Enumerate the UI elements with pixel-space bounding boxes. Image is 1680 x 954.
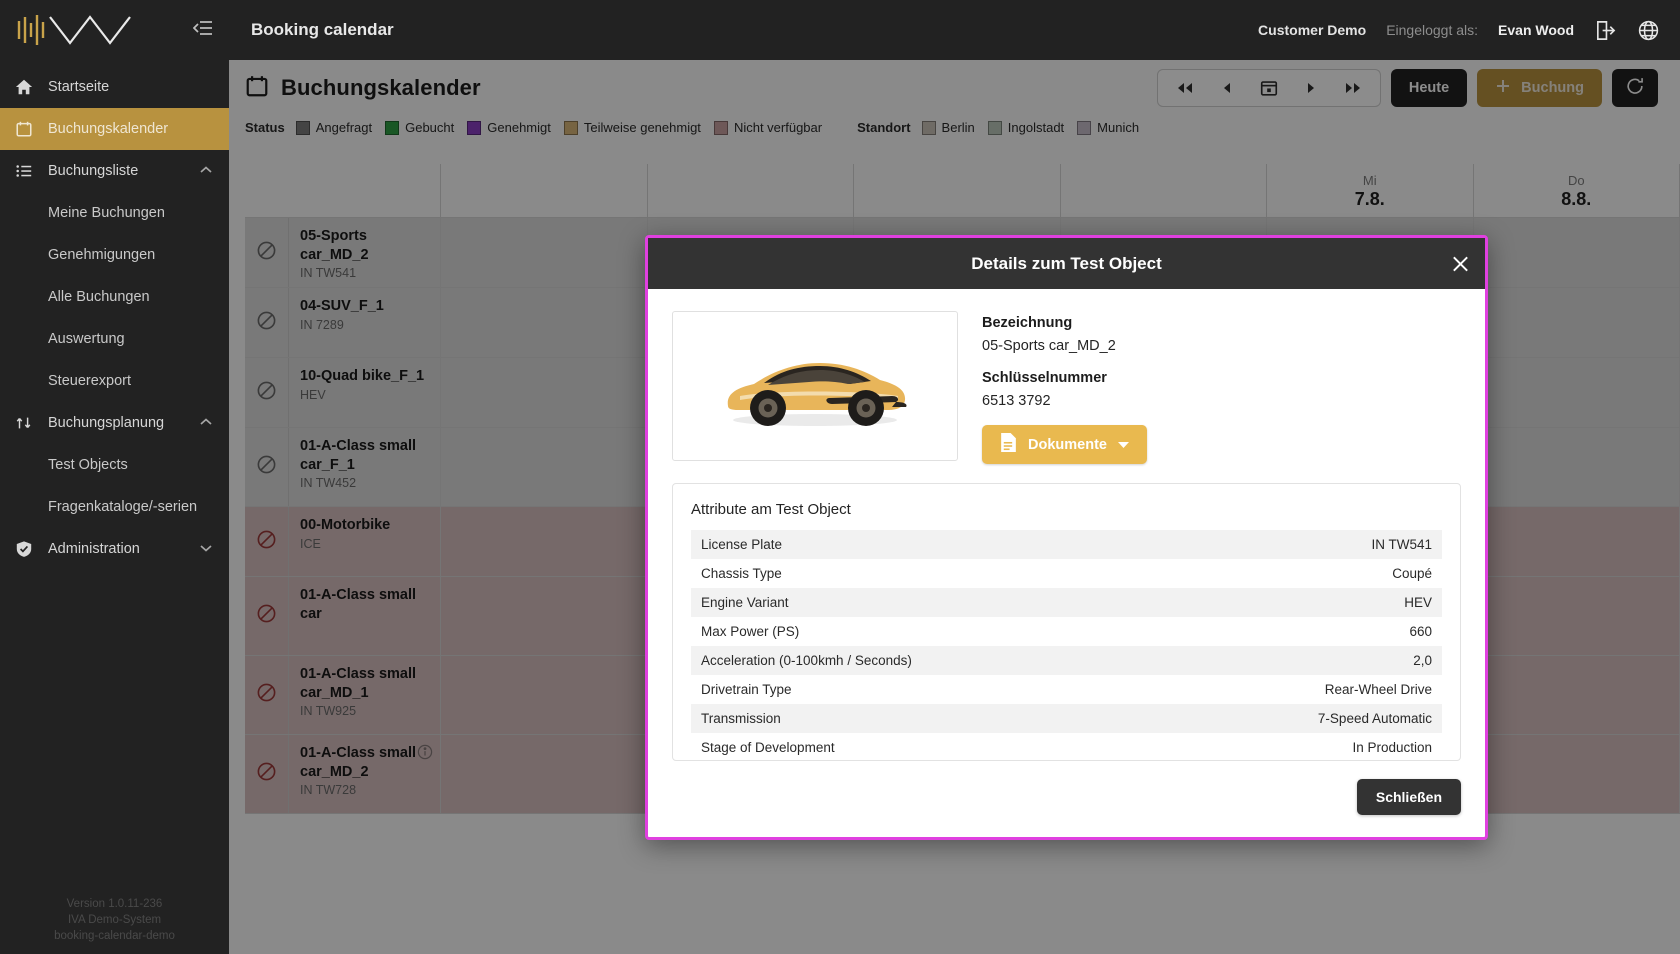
attribute-row: Acceleration (0-100kmh / Seconds) 2,0 — [691, 646, 1442, 675]
customer-name: Customer Demo — [1258, 22, 1367, 38]
sidebar-item-startseite[interactable]: Startseite — [0, 66, 229, 108]
close-icon[interactable] — [1450, 253, 1471, 274]
sidebar-item-label: Steuerexport — [48, 373, 132, 389]
sidebar-group-buchungsliste[interactable]: Buchungsliste — [0, 150, 229, 192]
attribute-row: Transmission 7-Speed Automatic — [691, 704, 1442, 733]
field-value-schluesselnummer: 6513 3792 — [982, 393, 1051, 409]
sidebar-item-label: Fragenkataloge/-serien — [48, 499, 198, 515]
sidebar-item-genehmigungen[interactable]: Genehmigungen — [0, 234, 229, 276]
sidebar-item-label: Buchungsliste — [48, 163, 139, 179]
attribute-value: 7-Speed Automatic — [1317, 711, 1432, 726]
attribute-key: Drivetrain Type — [701, 682, 792, 697]
calendar-icon — [14, 120, 34, 138]
chevron-up-icon — [199, 415, 213, 431]
attribute-key: Transmission — [701, 711, 781, 726]
attribute-row: License Plate IN TW541 — [691, 530, 1442, 559]
field-value-bezeichnung: 05-Sports car_MD_2 — [982, 338, 1116, 354]
sidebar-item-test-objects[interactable]: Test Objects — [0, 444, 229, 486]
modal-body: Bezeichnung 05-Sports car_MD_2 Schlüssel… — [648, 289, 1485, 779]
documents-label: Dokumente — [1028, 436, 1107, 453]
globe-icon[interactable] — [1637, 19, 1660, 42]
collapse-sidebar-icon[interactable] — [192, 19, 213, 42]
iva-logo[interactable] — [14, 13, 136, 47]
chevron-up-icon — [199, 163, 213, 179]
attribute-value: Rear-Wheel Drive — [1324, 682, 1432, 697]
topbar: Booking calendar Customer Demo Eingelogg… — [229, 0, 1680, 60]
sidebar-group-administration[interactable]: Administration — [0, 528, 229, 570]
attributes-table: License Plate IN TW541 Chassis Type Coupé En… — [691, 530, 1442, 760]
attribute-value: IN TW541 — [1371, 537, 1432, 552]
attribute-key: Acceleration (0-100kmh / Seconds) — [701, 653, 912, 668]
test-object-image — [672, 311, 958, 461]
sidebar-item-label: Administration — [48, 541, 140, 557]
chevron-down-icon — [199, 541, 213, 557]
sidebar-item-label: Buchungsplanung — [48, 415, 165, 431]
sidebar-item-label: Test Objects — [48, 457, 128, 473]
footer-system: IVA Demo-System — [67, 914, 162, 926]
topbar-right: Customer Demo Eingeloggt als: Evan Wood — [1258, 19, 1660, 42]
logout-icon[interactable] — [1594, 19, 1617, 42]
footer-version: Version 1.0.11-236 — [66, 898, 163, 910]
sidebar-item-label: Genehmigungen — [48, 247, 156, 263]
modal-title: Details zum Test Object — [971, 253, 1162, 273]
attribute-row: Drivetrain Type Rear-Wheel Drive — [691, 675, 1442, 704]
attribute-row: Max Power (PS) 660 — [691, 617, 1442, 646]
modal-summary: Bezeichnung 05-Sports car_MD_2 Schlüssel… — [672, 311, 1461, 464]
sidebar-footer: Version 1.0.11-236 IVA Demo-System booki… — [0, 896, 229, 944]
attribute-value: 660 — [1409, 624, 1432, 639]
field-label-bezeichnung: Bezeichnung — [982, 315, 1073, 331]
sidebar-item-buchungskalender[interactable]: Buchungskalender — [0, 108, 229, 150]
attribute-key: License Plate — [701, 537, 783, 552]
sidebar-item-steuerexport[interactable]: Steuerexport — [0, 360, 229, 402]
close-modal-button[interactable]: Schließen — [1356, 779, 1461, 815]
document-icon — [999, 432, 1018, 457]
page-content: Buchungskalender Heute Buchung Status An… — [229, 60, 1680, 954]
attribute-key: Stage of Development — [701, 740, 835, 755]
attribute-key: Chassis Type — [701, 566, 782, 581]
swap-icon — [14, 414, 34, 432]
sidebar-item-label: Buchungskalender — [48, 121, 169, 137]
attribute-value: Coupé — [1392, 566, 1432, 581]
field-label-schluesselnummer: Schlüsselnummer — [982, 370, 1107, 386]
sidebar-item-label: Meine Buchungen — [48, 205, 165, 221]
sidebar-item-label: Auswertung — [48, 331, 125, 347]
user-name: Evan Wood — [1498, 22, 1574, 38]
modal-fields: Bezeichnung 05-Sports car_MD_2 Schlüssel… — [982, 311, 1147, 464]
shield-check-icon — [14, 540, 34, 558]
attribute-key: Engine Variant — [701, 595, 789, 610]
attribute-value: HEV — [1404, 595, 1432, 610]
main-area: Booking calendar Customer Demo Eingelogg… — [229, 0, 1680, 954]
attributes-title: Attribute am Test Object — [691, 501, 851, 518]
app-root: Startseite Buchungskalender Buchungslist… — [0, 0, 1680, 954]
sidebar-header — [0, 0, 229, 60]
attribute-row: Stage of Development In Production — [691, 733, 1442, 760]
sidebar-item-auswertung[interactable]: Auswertung — [0, 318, 229, 360]
sidebar-nav: Startseite Buchungskalender Buchungslist… — [0, 60, 229, 570]
sidebar-group-buchungsplanung[interactable]: Buchungsplanung — [0, 402, 229, 444]
attribute-key: Max Power (PS) — [701, 624, 800, 639]
app-title: Booking calendar — [251, 20, 394, 39]
sidebar-item-alle-buchungen[interactable]: Alle Buchungen — [0, 276, 229, 318]
test-object-details-modal: Details zum Test Object Bezeichnung 05-S… — [645, 235, 1488, 840]
sidebar-item-fragenkataloge[interactable]: Fragenkataloge/-serien — [0, 486, 229, 528]
chevron-down-icon — [1117, 437, 1130, 453]
sidebar-item-label: Startseite — [48, 79, 110, 95]
attribute-value: 2,0 — [1413, 653, 1432, 668]
documents-dropdown-button[interactable]: Dokumente — [982, 425, 1147, 464]
modal-header: Details zum Test Object — [648, 238, 1485, 289]
attributes-card: Attribute am Test Object License Plate IN… — [672, 483, 1461, 761]
logged-in-label: Eingeloggt als: — [1386, 22, 1479, 38]
home-icon — [14, 78, 34, 96]
attribute-value: In Production — [1352, 740, 1432, 755]
sidebar: Startseite Buchungskalender Buchungslist… — [0, 0, 229, 954]
list-icon — [14, 162, 34, 180]
sidebar-item-label: Alle Buchungen — [48, 289, 150, 305]
modal-footer: Schließen — [648, 779, 1485, 837]
attribute-row: Chassis Type Coupé — [691, 559, 1442, 588]
sidebar-item-meine-buchungen[interactable]: Meine Buchungen — [0, 192, 229, 234]
attribute-row: Engine Variant HEV — [691, 588, 1442, 617]
footer-instance: booking-calendar-demo — [54, 930, 175, 942]
